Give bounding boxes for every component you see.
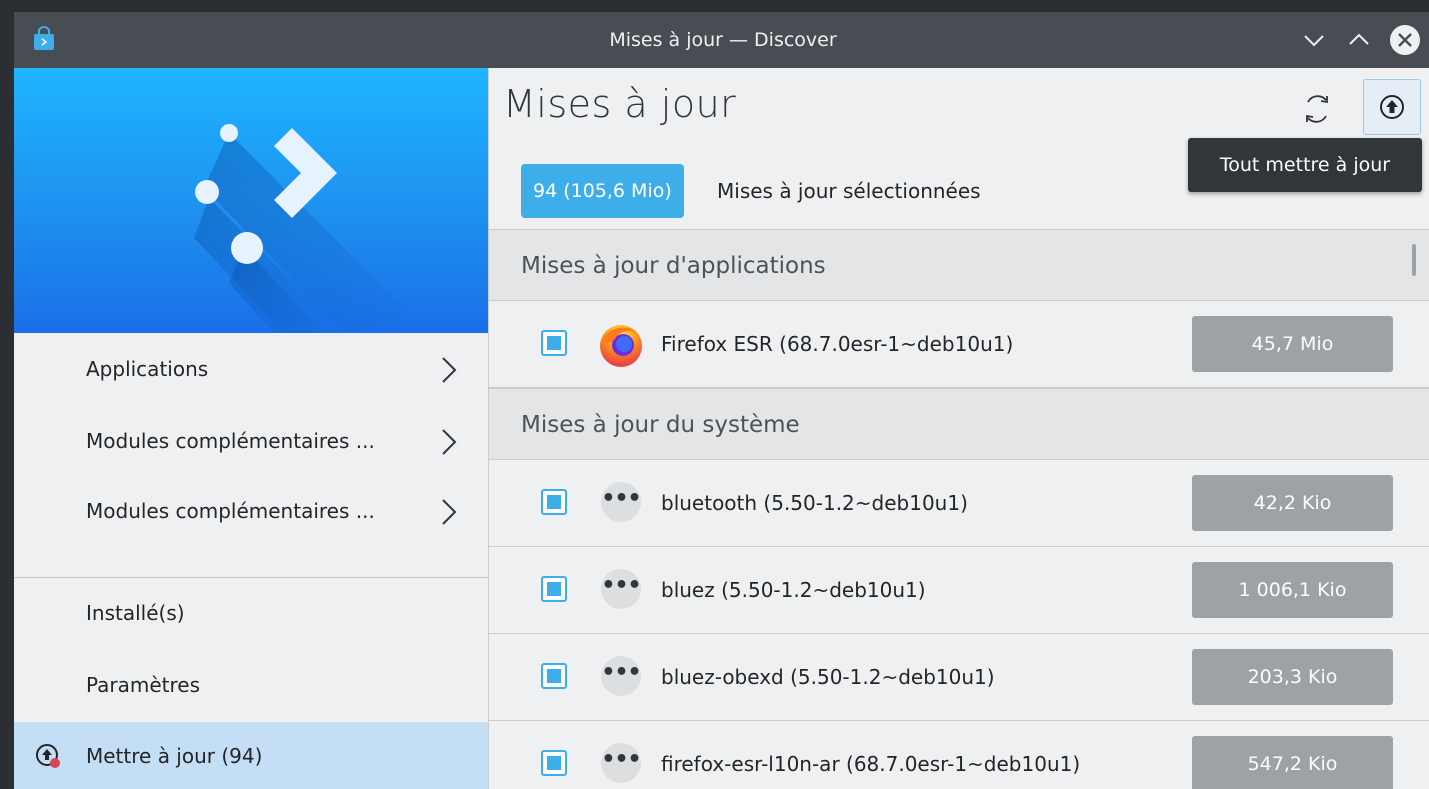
sidebar-item-label: Paramètres: [86, 673, 201, 697]
sidebar-item-addons-1[interactable]: Modules complémentaires ...: [14, 411, 488, 471]
updates-page: Mises à jour Tout mettre à jour 94 (105,…: [489, 68, 1429, 789]
title-bar: Mises à jour — Discover: [14, 12, 1429, 68]
update-checkbox[interactable]: [541, 663, 567, 689]
update-checkbox[interactable]: [541, 576, 567, 602]
sidebar-item-applications[interactable]: Applications: [14, 339, 488, 399]
section-title: Mises à jour d'applications: [521, 253, 826, 279]
sidebar-item-label: Modules complémentaires ...: [86, 429, 375, 453]
package-icon: •••: [601, 569, 642, 609]
list-item[interactable]: ••• bluez (5.50-1.2~deb10u1) 1 006,1 Kio: [489, 547, 1429, 634]
update-checkbox[interactable]: [541, 750, 567, 776]
update-checkbox[interactable]: [541, 489, 567, 515]
list-item[interactable]: ••• bluetooth (5.50-1.2~deb10u1) 42,2 Ki…: [489, 460, 1429, 547]
package-name: Firefox ESR (68.7.0esr-1~deb10u1): [661, 332, 1014, 356]
package-name: bluez-obexd (5.50-1.2~deb10u1): [661, 665, 995, 689]
package-icon: •••: [601, 743, 642, 783]
minimize-button[interactable]: [1296, 22, 1332, 58]
section-header-applications: Mises à jour d'applications: [489, 229, 1429, 301]
page-title: Mises à jour: [503, 82, 737, 126]
section-title: Mises à jour du système: [521, 412, 800, 438]
list-item[interactable]: ••• bluez-obexd (5.50-1.2~deb10u1) 203,3…: [489, 634, 1429, 721]
refresh-button[interactable]: [1294, 86, 1340, 132]
sidebar-item-label: Applications: [86, 357, 209, 381]
close-button[interactable]: [1387, 22, 1423, 58]
discover-logo: [194, 124, 414, 333]
chevron-right-icon: [442, 499, 457, 525]
upload-arrow-icon: [1380, 95, 1404, 119]
list-item[interactable]: ••• firefox-esr-l10n-ar (68.7.0esr-1~deb…: [489, 721, 1429, 789]
selected-count-badge: 94 (105,6 Mio): [521, 164, 684, 218]
download-size: 45,7 Mio: [1192, 316, 1393, 372]
package-icon: •••: [601, 656, 642, 696]
download-size: 42,2 Kio: [1192, 475, 1393, 531]
firefox-icon: [600, 325, 642, 367]
scrollbar-thumb[interactable]: [1412, 244, 1416, 276]
sidebar: Applications Modules complémentaires ...…: [14, 68, 489, 789]
update-all-button[interactable]: [1363, 79, 1421, 135]
discover-banner: [14, 68, 488, 333]
sidebar-item-update[interactable]: Mettre à jour (94): [14, 722, 488, 789]
update-arrow-icon: [36, 744, 60, 768]
discover-window: Mises à jour — Discover Applications Mod…: [14, 12, 1429, 789]
sidebar-item-installed[interactable]: Installé(s): [14, 583, 488, 643]
download-size: 1 006,1 Kio: [1192, 562, 1393, 618]
section-header-system: Mises à jour du système: [489, 388, 1429, 460]
sidebar-item-addons-2[interactable]: Modules complémentaires ...: [14, 481, 488, 541]
download-size: 547,2 Kio: [1192, 736, 1393, 789]
updates-list: Mises à jour d'applications Firefox ESR …: [489, 229, 1429, 789]
update-checkbox[interactable]: [541, 330, 567, 356]
sidebar-item-settings[interactable]: Paramètres: [14, 655, 488, 715]
window-title: Mises à jour — Discover: [609, 29, 837, 51]
maximize-button[interactable]: [1341, 22, 1377, 58]
chevron-right-icon: [442, 357, 457, 383]
package-name: bluez (5.50-1.2~deb10u1): [661, 578, 926, 602]
update-all-tooltip: Tout mettre à jour: [1188, 138, 1422, 192]
sidebar-item-label: Installé(s): [86, 601, 185, 625]
sidebar-divider: [14, 577, 488, 578]
list-item[interactable]: Firefox ESR (68.7.0esr-1~deb10u1) 45,7 M…: [489, 301, 1429, 388]
package-name: firefox-esr-l10n-ar (68.7.0esr-1~deb10u1…: [661, 752, 1081, 776]
package-icon: •••: [601, 482, 642, 522]
sidebar-item-label: Modules complémentaires ...: [86, 499, 375, 523]
sidebar-item-label: Mettre à jour (94): [86, 744, 263, 768]
chevron-right-icon: [442, 429, 457, 455]
selected-updates-label: Mises à jour sélectionnées: [717, 179, 981, 203]
package-name: bluetooth (5.50-1.2~deb10u1): [661, 491, 968, 515]
download-size: 203,3 Kio: [1192, 649, 1393, 705]
